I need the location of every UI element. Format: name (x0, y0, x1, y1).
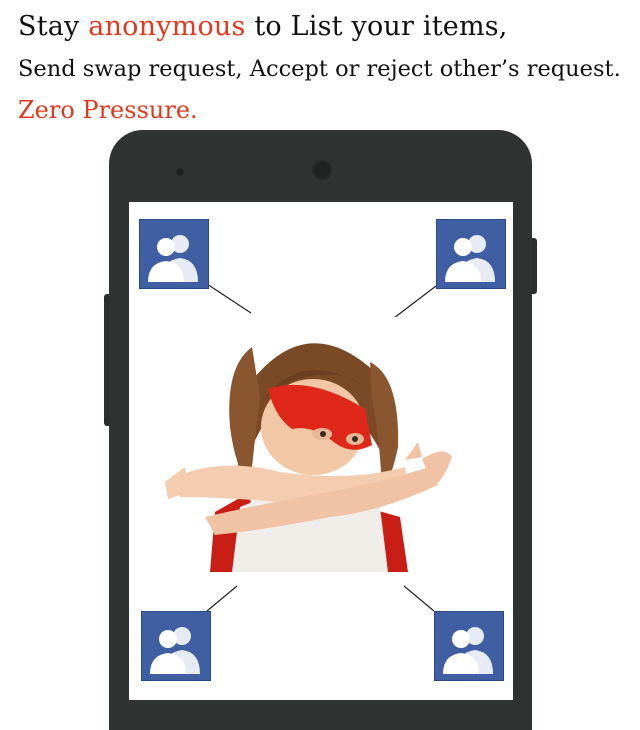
connector-bottom-left (206, 585, 238, 612)
connector-top-left (206, 283, 252, 314)
connector-top-right (389, 285, 437, 322)
user-group-icon-bottom-right (434, 611, 504, 681)
user-group-icon-top-left (139, 219, 209, 289)
connector-bottom-right (403, 585, 435, 612)
two-people-icon (150, 627, 200, 674)
user-group-icon-bottom-left (141, 611, 211, 681)
user-group-icon-top-right (436, 219, 506, 289)
masked-child-illustration (165, 343, 452, 572)
two-people-icon (445, 235, 495, 282)
masked-child-photo (160, 317, 458, 572)
two-people-icon (148, 235, 198, 282)
two-people-icon (443, 627, 493, 674)
